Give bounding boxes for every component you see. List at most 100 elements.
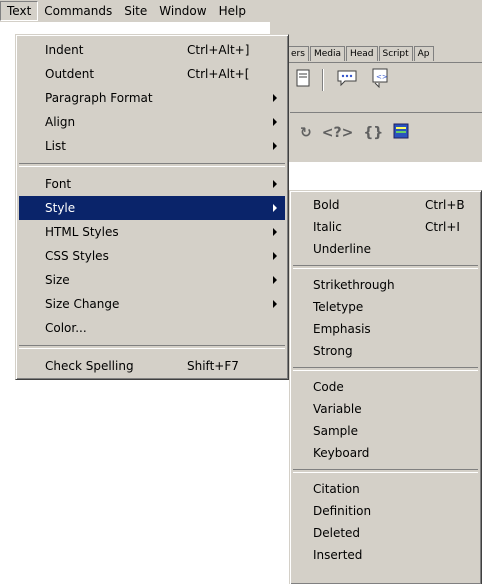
- menu-text[interactable]: Text: [0, 1, 39, 21]
- submenu-arrow-icon: [273, 180, 277, 188]
- submenu-arrow-icon: [273, 204, 277, 212]
- menu-item-deleted[interactable]: Deleted: [293, 522, 478, 544]
- svg-text:<>: <>: [376, 73, 388, 81]
- menu-item-size-change[interactable]: Size Change: [19, 292, 285, 316]
- menu-item-label: Size: [45, 273, 70, 287]
- menu-item-font[interactable]: Font: [19, 172, 285, 196]
- menu-separator: [293, 469, 478, 473]
- menu-item-label: CSS Styles: [45, 249, 109, 263]
- menu-item-inserted[interactable]: Inserted: [293, 544, 478, 566]
- menu-item-definition[interactable]: Definition: [293, 500, 478, 522]
- insert-bar-divider: [270, 62, 482, 63]
- submenu-arrow-icon: [273, 142, 277, 150]
- menu-item-label: Color...: [45, 321, 87, 335]
- menu-item-code[interactable]: Code: [293, 376, 478, 398]
- menu-separator: [293, 367, 478, 371]
- menu-item-css-styles[interactable]: CSS Styles: [19, 244, 285, 268]
- menu-item-html-styles[interactable]: HTML Styles: [19, 220, 285, 244]
- menu-item-keyboard[interactable]: Keyboard: [293, 442, 478, 464]
- menu-separator: [19, 163, 285, 167]
- menu-item-label: Teletype: [313, 300, 364, 314]
- menu-item-strikethrough[interactable]: Strikethrough: [293, 274, 478, 296]
- menu-help[interactable]: Help: [213, 1, 252, 21]
- menu-item-label: Check Spelling: [45, 359, 134, 373]
- menu-item-italic[interactable]: Italic Ctrl+I: [293, 216, 478, 238]
- comment-icon[interactable]: [336, 69, 358, 90]
- menu-item-label: Paragraph Format: [45, 91, 153, 105]
- tab-script[interactable]: Script: [378, 46, 413, 61]
- menu-item-shortcut: Ctrl+I: [425, 220, 460, 234]
- menu-item-shortcut: Shift+F7: [187, 359, 239, 373]
- tab-media[interactable]: Media: [309, 46, 345, 61]
- menu-item-emphasis[interactable]: Emphasis: [293, 318, 478, 340]
- tab-application[interactable]: Ap: [413, 46, 434, 61]
- menu-separator: [293, 265, 478, 269]
- menu-item-citation[interactable]: Citation: [293, 478, 478, 500]
- menu-item-outdent[interactable]: Outdent Ctrl+Alt+[: [19, 62, 285, 86]
- submenu-arrow-icon: [273, 300, 277, 308]
- menu-item-label: Deleted: [313, 526, 361, 540]
- menu-item-label: Inserted: [313, 548, 363, 562]
- menu-item-align[interactable]: Align: [19, 110, 285, 134]
- menu-item-paragraph-format[interactable]: Paragraph Format: [19, 86, 285, 110]
- menu-item-bold[interactable]: Bold Ctrl+B: [293, 194, 478, 216]
- menu-item-label: Outdent: [45, 67, 95, 81]
- refresh-icon[interactable]: ↻: [300, 125, 312, 141]
- braces-icon[interactable]: {}: [363, 125, 383, 141]
- menu-bar: Text Commands Site Window Help: [0, 0, 482, 22]
- menu-item-label: Keyboard: [313, 446, 370, 460]
- menu-item-list[interactable]: List: [19, 134, 285, 158]
- menu-item-label: Strong: [313, 344, 353, 358]
- code-toolbar: ↻ <?> {}: [290, 112, 482, 152]
- tab-others[interactable]: ers: [287, 46, 309, 61]
- menu-item-label: Sample: [313, 424, 358, 438]
- submenu-arrow-icon: [273, 228, 277, 236]
- menu-item-label: Underline: [313, 242, 371, 256]
- server-code-icon[interactable]: <?>: [322, 125, 354, 141]
- menu-item-label: Italic: [313, 220, 342, 234]
- menu-item-color[interactable]: Color...: [19, 316, 285, 340]
- menu-item-label: Definition: [313, 504, 372, 518]
- menu-item-label: List: [45, 139, 66, 153]
- menu-item-label: Strikethrough: [313, 278, 395, 292]
- submenu-arrow-icon: [273, 276, 277, 284]
- menu-item-label: HTML Styles: [45, 225, 119, 239]
- menu-item-label: Citation: [313, 482, 360, 496]
- menu-item-label: Style: [45, 201, 76, 215]
- text-dropdown-menu: Indent Ctrl+Alt+] Outdent Ctrl+Alt+[ Par…: [15, 34, 289, 380]
- style-submenu: Bold Ctrl+B Italic Ctrl+I Underline Stri…: [289, 190, 482, 584]
- menu-item-variable[interactable]: Variable: [293, 398, 478, 420]
- menu-item-size[interactable]: Size: [19, 268, 285, 292]
- menu-item-underline[interactable]: Underline: [293, 238, 478, 260]
- menu-item-style[interactable]: Style: [19, 196, 285, 220]
- document-icon[interactable]: [296, 69, 310, 90]
- reference-icon[interactable]: [393, 123, 409, 142]
- menu-commands[interactable]: Commands: [38, 1, 118, 21]
- menu-site[interactable]: Site: [118, 1, 153, 21]
- menu-item-label: Font: [45, 177, 72, 191]
- menu-item-label: Bold: [313, 198, 340, 212]
- menu-item-indent[interactable]: Indent Ctrl+Alt+]: [19, 38, 285, 62]
- toolbar-separator: [322, 68, 324, 91]
- tag-chooser-icon[interactable]: <>: [370, 68, 390, 91]
- menu-item-shortcut: Ctrl+B: [425, 198, 465, 212]
- submenu-arrow-icon: [273, 252, 277, 260]
- menu-item-shortcut: Ctrl+Alt+[: [187, 67, 250, 81]
- menu-item-label: Code: [313, 380, 344, 394]
- menu-item-check-spelling[interactable]: Check Spelling Shift+F7: [19, 354, 285, 378]
- menu-item-label: Align: [45, 115, 76, 129]
- menu-item-sample[interactable]: Sample: [293, 420, 478, 442]
- submenu-arrow-icon: [273, 118, 277, 126]
- menu-separator: [19, 345, 285, 349]
- menu-item-shortcut: Ctrl+Alt+]: [187, 43, 250, 57]
- submenu-arrow-icon: [273, 94, 277, 102]
- insert-bar-tabs: ers Media Head Script Ap: [287, 46, 435, 61]
- menu-item-teletype[interactable]: Teletype: [293, 296, 478, 318]
- insert-icon-row: <>: [296, 68, 390, 91]
- tab-head[interactable]: Head: [345, 46, 378, 61]
- menu-item-label: Emphasis: [313, 322, 371, 336]
- menu-window[interactable]: Window: [153, 1, 212, 21]
- menu-item-label: Size Change: [45, 297, 120, 311]
- menu-item-strong[interactable]: Strong: [293, 340, 478, 362]
- menu-item-label: Variable: [313, 402, 362, 416]
